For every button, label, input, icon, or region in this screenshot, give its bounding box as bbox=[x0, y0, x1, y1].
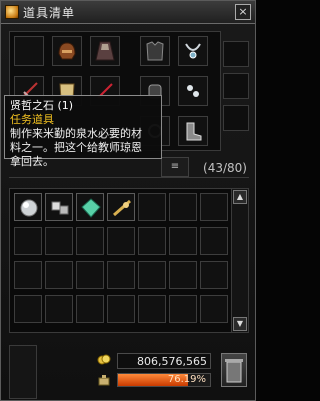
bag-slot[interactable] bbox=[76, 227, 104, 255]
bag-slot[interactable] bbox=[169, 261, 197, 289]
item-tooltip: 贤哲之石 (1) 任务道具 制作来米勤的泉水必要的材 料之一。把这个给教师琼恩 … bbox=[4, 95, 162, 168]
bag-slot[interactable] bbox=[45, 193, 73, 221]
inventory-count: (43/80) bbox=[203, 161, 247, 175]
earring-icon bbox=[187, 85, 199, 97]
bag-slot[interactable] bbox=[14, 193, 42, 221]
necklace-icon bbox=[185, 43, 201, 59]
coin-icon bbox=[97, 354, 111, 365]
bag-slot[interactable] bbox=[14, 261, 42, 289]
bag-slot[interactable] bbox=[200, 193, 228, 221]
close-button[interactable]: × bbox=[235, 4, 251, 20]
equip-slot-helmet[interactable] bbox=[52, 36, 82, 66]
bag-slot[interactable] bbox=[169, 295, 197, 323]
bag-slot[interactable] bbox=[14, 295, 42, 323]
money-amount: 806,576,565 bbox=[117, 353, 211, 369]
bag-slot[interactable] bbox=[107, 261, 135, 289]
tooltip-desc-line: 拿回去。 bbox=[10, 155, 54, 168]
side-slot[interactable] bbox=[223, 73, 249, 99]
side-slot[interactable] bbox=[223, 41, 249, 67]
boots-icon bbox=[186, 122, 202, 141]
trash-button[interactable] bbox=[221, 353, 247, 387]
bag-slot[interactable] bbox=[107, 193, 135, 221]
tooltip-item-name: 贤哲之石 (1) bbox=[10, 99, 74, 112]
title-bar[interactable]: 道具清单 × bbox=[1, 1, 255, 24]
bag-slot[interactable] bbox=[45, 227, 73, 255]
bag-slot[interactable] bbox=[138, 227, 166, 255]
window-title: 道具清单 bbox=[23, 6, 76, 20]
bag-slot[interactable] bbox=[14, 227, 42, 255]
bag-slot[interactable] bbox=[45, 261, 73, 289]
bag-slot[interactable] bbox=[107, 227, 135, 255]
scroll-up-button[interactable]: ▲ bbox=[233, 190, 247, 204]
equip-slot-cloak[interactable] bbox=[90, 36, 120, 66]
tooltip-item-type: 任务道具 bbox=[10, 113, 54, 126]
bag-slot[interactable] bbox=[169, 193, 197, 221]
armor-icon bbox=[146, 41, 164, 61]
bag-slot[interactable] bbox=[138, 193, 166, 221]
cloak-icon bbox=[95, 41, 115, 61]
crystal-icon bbox=[81, 198, 101, 218]
weight-bar: 76.19% bbox=[117, 373, 211, 387]
tooltip-desc-line: 料之一。把这个给教师琼恩 bbox=[10, 141, 142, 154]
bag-slot[interactable] bbox=[76, 295, 104, 323]
bag-slot[interactable] bbox=[200, 295, 228, 323]
helmet-icon bbox=[58, 42, 76, 60]
scroll-icon bbox=[113, 199, 131, 217]
trash-icon bbox=[225, 359, 243, 383]
equip-slot-boots[interactable] bbox=[178, 116, 208, 146]
equip-slot-earring[interactable] bbox=[178, 76, 208, 106]
inventory-footer: 806,576,565 76.19% bbox=[9, 345, 249, 399]
gem-icon bbox=[5, 5, 19, 19]
tab-bag[interactable]: ≡ bbox=[161, 157, 189, 177]
equip-slot[interactable] bbox=[14, 36, 44, 66]
side-slot[interactable] bbox=[223, 105, 249, 131]
equip-slot-necklace[interactable] bbox=[178, 36, 208, 66]
weight-icon bbox=[98, 375, 110, 386]
inventory-window: 道具清单 × ≡ (43/80) ▲ ▼ 贤哲之石 (1) 任务道具 制作来米勤… bbox=[0, 0, 256, 401]
bag-slot[interactable] bbox=[76, 261, 104, 289]
bag-slot[interactable] bbox=[45, 295, 73, 323]
bag-scrollbar[interactable]: ▲ ▼ bbox=[231, 188, 249, 333]
bag-slot[interactable] bbox=[138, 261, 166, 289]
bag-slot[interactable] bbox=[169, 227, 197, 255]
weight-percent: 76.19% bbox=[167, 374, 206, 385]
bag-slot[interactable] bbox=[200, 261, 228, 289]
material-icon bbox=[51, 201, 69, 215]
tooltip-desc-line: 制作来米勤的泉水必要的材 bbox=[10, 127, 142, 140]
footer-side-panel bbox=[9, 345, 37, 399]
bag-slot[interactable] bbox=[138, 295, 166, 323]
bag-grid bbox=[9, 188, 237, 333]
stone-icon bbox=[20, 199, 38, 217]
bag-slot[interactable] bbox=[200, 227, 228, 255]
bag-slot[interactable] bbox=[107, 295, 135, 323]
equip-slot-armor[interactable] bbox=[140, 36, 170, 66]
bag-slot[interactable] bbox=[76, 193, 104, 221]
scroll-down-button[interactable]: ▼ bbox=[233, 317, 247, 331]
